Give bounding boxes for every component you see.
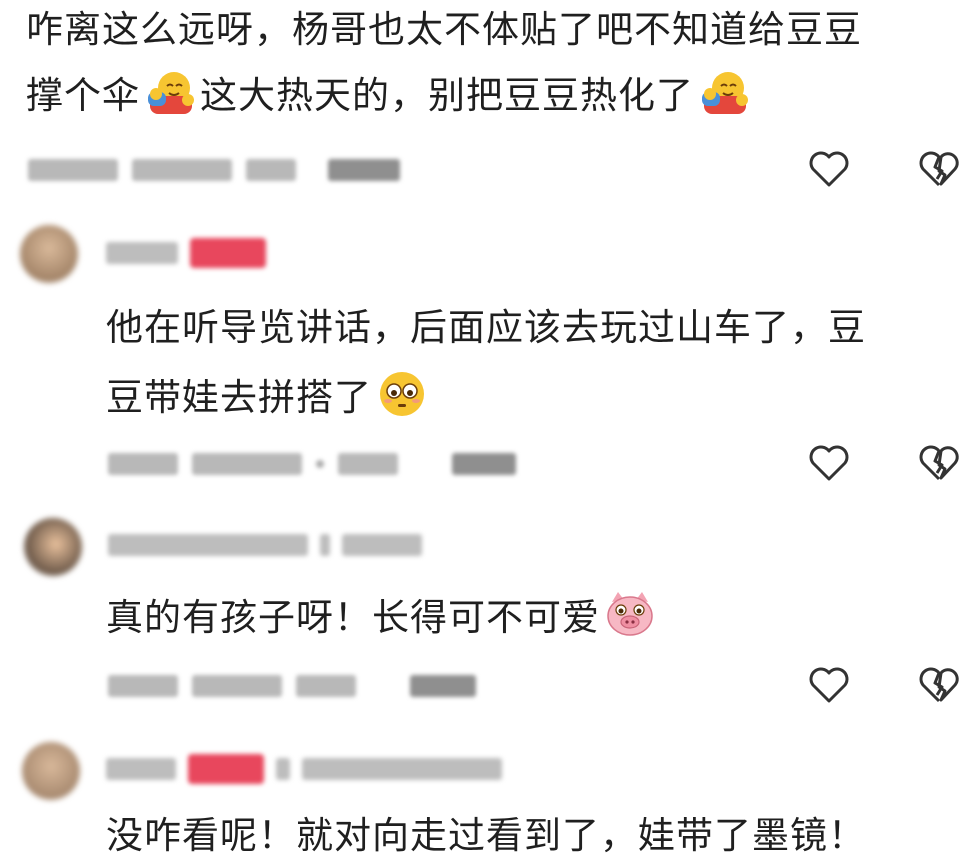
comment-3-avatar[interactable]	[24, 518, 82, 576]
comment-1-like-button[interactable]	[806, 146, 852, 192]
comment-3-dislike-button[interactable]	[916, 662, 960, 708]
hugging-face-icon	[148, 72, 194, 114]
flushed-face-icon	[380, 372, 424, 416]
comment-3-like-button[interactable]	[806, 662, 852, 708]
comment-3-text-a: 真的有孩子呀！长得可不可爱	[106, 596, 600, 639]
broken-heart-icon	[919, 151, 959, 187]
pig-face-icon	[607, 592, 653, 636]
comment-1-meta-blurred	[28, 156, 400, 184]
heart-outline-icon	[809, 445, 849, 481]
comment-1-line-2: 撑个伞 这大热天的，别把豆豆热化了	[26, 64, 754, 128]
comment-1-dislike-button[interactable]	[916, 146, 960, 192]
comment-1-text-a: 撑个伞	[26, 74, 140, 117]
heart-outline-icon	[809, 151, 849, 187]
heart-outline-icon	[809, 667, 849, 703]
comment-3-line-1: 真的有孩子呀！长得可不可爱	[106, 586, 660, 650]
comment-2-like-button[interactable]	[806, 440, 852, 486]
comment-2-dislike-button[interactable]	[916, 440, 960, 486]
comment-2-meta-blurred	[108, 450, 516, 478]
comment-1-line-1: 咋离这么远呀，杨哥也太不体贴了吧不知道给豆豆	[26, 8, 862, 51]
comment-2-username-blurred[interactable]	[106, 238, 266, 268]
comment-4-avatar[interactable]	[22, 742, 80, 800]
comment-4-line-1: 没咋看呢！就对向走过看到了，娃带了墨镜！	[106, 814, 866, 857]
hugging-face-icon	[702, 72, 748, 114]
broken-heart-icon	[919, 445, 959, 481]
broken-heart-icon	[919, 667, 959, 703]
comment-3-username-blurred[interactable]	[108, 532, 422, 558]
comment-4-username-blurred[interactable]	[106, 754, 502, 784]
comment-2-avatar[interactable]	[20, 225, 78, 283]
comment-3-meta-blurred	[108, 672, 476, 700]
comment-2-line-1: 他在听导览讲话，后面应该去玩过山车了，豆	[106, 306, 866, 349]
comment-1-text-b: 这大热天的，别把豆豆热化了	[200, 74, 694, 117]
comment-2-text-a: 豆带娃去拼搭了	[106, 376, 372, 419]
comment-2-line-2: 豆带娃去拼搭了	[106, 366, 432, 430]
